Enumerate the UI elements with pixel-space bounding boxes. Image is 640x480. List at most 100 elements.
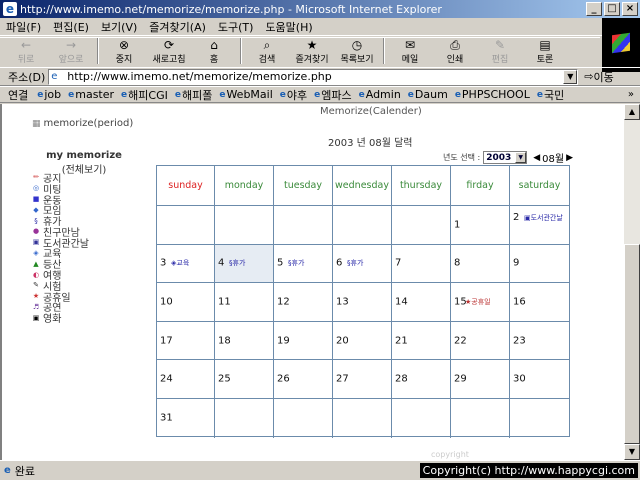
toolbar-button[interactable]: ★ 즐겨찾기 xyxy=(290,38,334,65)
address-input[interactable]: e http://www.imemo.net/memorize/memorize… xyxy=(48,68,579,85)
calendar-day[interactable]: 14 xyxy=(392,283,451,322)
link-item[interactable]: e 야후 xyxy=(280,87,307,103)
year-select[interactable]: 2003 ▼ xyxy=(483,151,528,164)
menu-file[interactable]: 파일(F) xyxy=(6,19,41,35)
category-item[interactable]: ▣ 영화 xyxy=(32,312,89,326)
calendar-day[interactable]: 23 xyxy=(510,322,569,361)
calendar-event[interactable]: §휴가 xyxy=(347,258,363,268)
links-more-icon[interactable]: » xyxy=(628,89,634,100)
link-item[interactable]: e WebMail xyxy=(219,88,272,101)
link-item[interactable]: e PHPSCHOOL xyxy=(455,88,530,101)
calendar-day[interactable]: 18 xyxy=(215,321,274,361)
calendar-day[interactable]: 5 §휴가 xyxy=(274,244,333,284)
address-dropdown-icon[interactable]: ▼ xyxy=(563,69,578,84)
link-item[interactable]: e 엠파스 xyxy=(314,87,351,103)
toolbar-button[interactable]: ⌕ 검색 xyxy=(245,38,289,66)
calendar-day[interactable]: 9 xyxy=(510,245,569,284)
calendar-day[interactable]: 20 xyxy=(333,321,392,361)
menu-help[interactable]: 도움말(H) xyxy=(265,19,312,35)
calendar-day[interactable]: 29 xyxy=(451,360,510,399)
calendar-day[interactable]: 22 xyxy=(451,321,510,361)
calendar-day[interactable]: 6 §휴가 xyxy=(333,244,392,284)
calendar-day[interactable]: 27 xyxy=(333,360,392,399)
link-item[interactable]: e 해피폴 xyxy=(175,87,212,103)
calendar-day[interactable]: 8 xyxy=(451,244,510,284)
calendar-day[interactable]: 10 xyxy=(157,283,215,322)
link-item[interactable]: e 해피CGI xyxy=(121,87,168,103)
calendar-day[interactable]: 3 ◈교육 xyxy=(157,244,215,284)
calendar-day[interactable] xyxy=(215,399,274,438)
calendar-day[interactable]: 16 xyxy=(510,283,569,322)
calendar-day[interactable] xyxy=(392,206,451,245)
calendar-day[interactable] xyxy=(333,399,392,438)
calendar-event[interactable]: §휴가 xyxy=(288,258,304,268)
calendar-day[interactable] xyxy=(333,206,392,245)
link-item[interactable]: e job xyxy=(37,88,61,101)
calendar-day[interactable]: 21 xyxy=(392,321,451,361)
calendar-day[interactable]: 15 ★공휴일 xyxy=(451,283,510,322)
sidebar-header[interactable]: ▦ memorize(period) xyxy=(32,118,133,129)
toolbar-button[interactable]: ⟳ 새로고침 xyxy=(147,38,191,65)
calendar-day[interactable]: 11 xyxy=(215,283,274,322)
calendar-day[interactable]: 25 xyxy=(215,360,274,399)
toolbar-separator xyxy=(240,38,242,64)
close-button[interactable]: × xyxy=(622,2,638,16)
year-dropdown-icon[interactable]: ▼ xyxy=(515,152,527,163)
prev-month-icon[interactable]: ◀ xyxy=(533,153,540,163)
calendar-day[interactable]: 31 xyxy=(157,399,215,438)
calendar-day[interactable] xyxy=(157,206,215,245)
menu-edit[interactable]: 편집(E) xyxy=(53,19,89,35)
link-item[interactable]: e master xyxy=(68,88,114,101)
calendar-day[interactable] xyxy=(451,399,510,438)
calendar-day[interactable]: 1 xyxy=(451,206,510,245)
toolbar-button[interactable]: ▤ 토론 xyxy=(523,38,567,65)
weekday-header: saturday xyxy=(510,166,569,206)
link-item[interactable]: e 국민 xyxy=(537,87,564,103)
toolbar-button[interactable]: ◷ 목록보기 xyxy=(335,38,379,65)
calendar-day[interactable]: 12 xyxy=(274,283,333,322)
next-month-icon[interactable]: ▶ xyxy=(566,153,573,163)
maximize-button[interactable]: □ xyxy=(604,2,620,16)
calendar-day[interactable]: 28 xyxy=(392,360,451,399)
calendar-event[interactable]: §휴가 xyxy=(229,258,245,268)
calendar-day[interactable]: 24 xyxy=(157,360,215,399)
toolbar-icon: ⌂ xyxy=(210,38,218,52)
calendar-day[interactable]: 26 xyxy=(274,360,333,399)
calendar-day[interactable]: 30 xyxy=(510,360,569,399)
link-item[interactable]: e Admin xyxy=(359,88,401,101)
calendar-event[interactable]: ▣도서관간날 xyxy=(524,214,564,223)
calendar-day[interactable]: 13 xyxy=(333,283,392,322)
go-button[interactable]: ⇨ 이동 xyxy=(584,69,613,85)
calendar-day[interactable] xyxy=(215,206,274,245)
calendar-event[interactable]: ★공휴일 xyxy=(465,297,491,307)
calendar-day[interactable]: 4 §휴가 xyxy=(215,244,274,284)
toolbar-button[interactable]: ⊗ 중지 xyxy=(102,38,146,65)
calendar-day[interactable]: 7 xyxy=(392,244,451,284)
toolbar-button[interactable]: ← 뒤로 xyxy=(4,38,48,65)
link-label: Daum xyxy=(414,88,448,101)
toolbar-button[interactable]: → 앞으로 xyxy=(49,38,93,65)
calendar-day[interactable]: 17 xyxy=(157,321,215,361)
menu-favorites[interactable]: 즐겨찾기(A) xyxy=(149,19,206,35)
calendar-day[interactable] xyxy=(510,399,569,438)
calendar-day[interactable]: 2 ▣도서관간날 xyxy=(510,206,569,245)
toolbar-button[interactable]: ⎙ 인쇄 xyxy=(433,38,477,66)
scroll-down-icon[interactable]: ▼ xyxy=(624,444,640,460)
scroll-up-icon[interactable]: ▲ xyxy=(624,104,640,120)
calendar-day[interactable] xyxy=(392,399,451,438)
vertical-scrollbar[interactable]: ▲ ▼ xyxy=(624,104,640,460)
menu-view[interactable]: 보기(V) xyxy=(101,19,137,35)
menu-tools[interactable]: 도구(T) xyxy=(218,19,254,35)
calendar-event[interactable]: ◈교육 xyxy=(171,258,189,268)
toolbar-button[interactable]: ✉ 메일 xyxy=(388,38,432,65)
category-icon: ▣ xyxy=(32,238,40,247)
minimize-button[interactable]: _ xyxy=(586,2,602,16)
calendar-day[interactable] xyxy=(274,206,333,245)
day-number: 27 xyxy=(336,373,349,385)
scroll-thumb[interactable] xyxy=(624,244,640,444)
calendar-day[interactable] xyxy=(274,399,333,438)
link-item[interactable]: e Daum xyxy=(408,88,448,101)
toolbar-button[interactable]: ⌂ 홈 xyxy=(192,38,236,65)
calendar-day[interactable]: 19 xyxy=(274,321,333,361)
toolbar-button[interactable]: ✎ 편집 xyxy=(478,38,522,65)
